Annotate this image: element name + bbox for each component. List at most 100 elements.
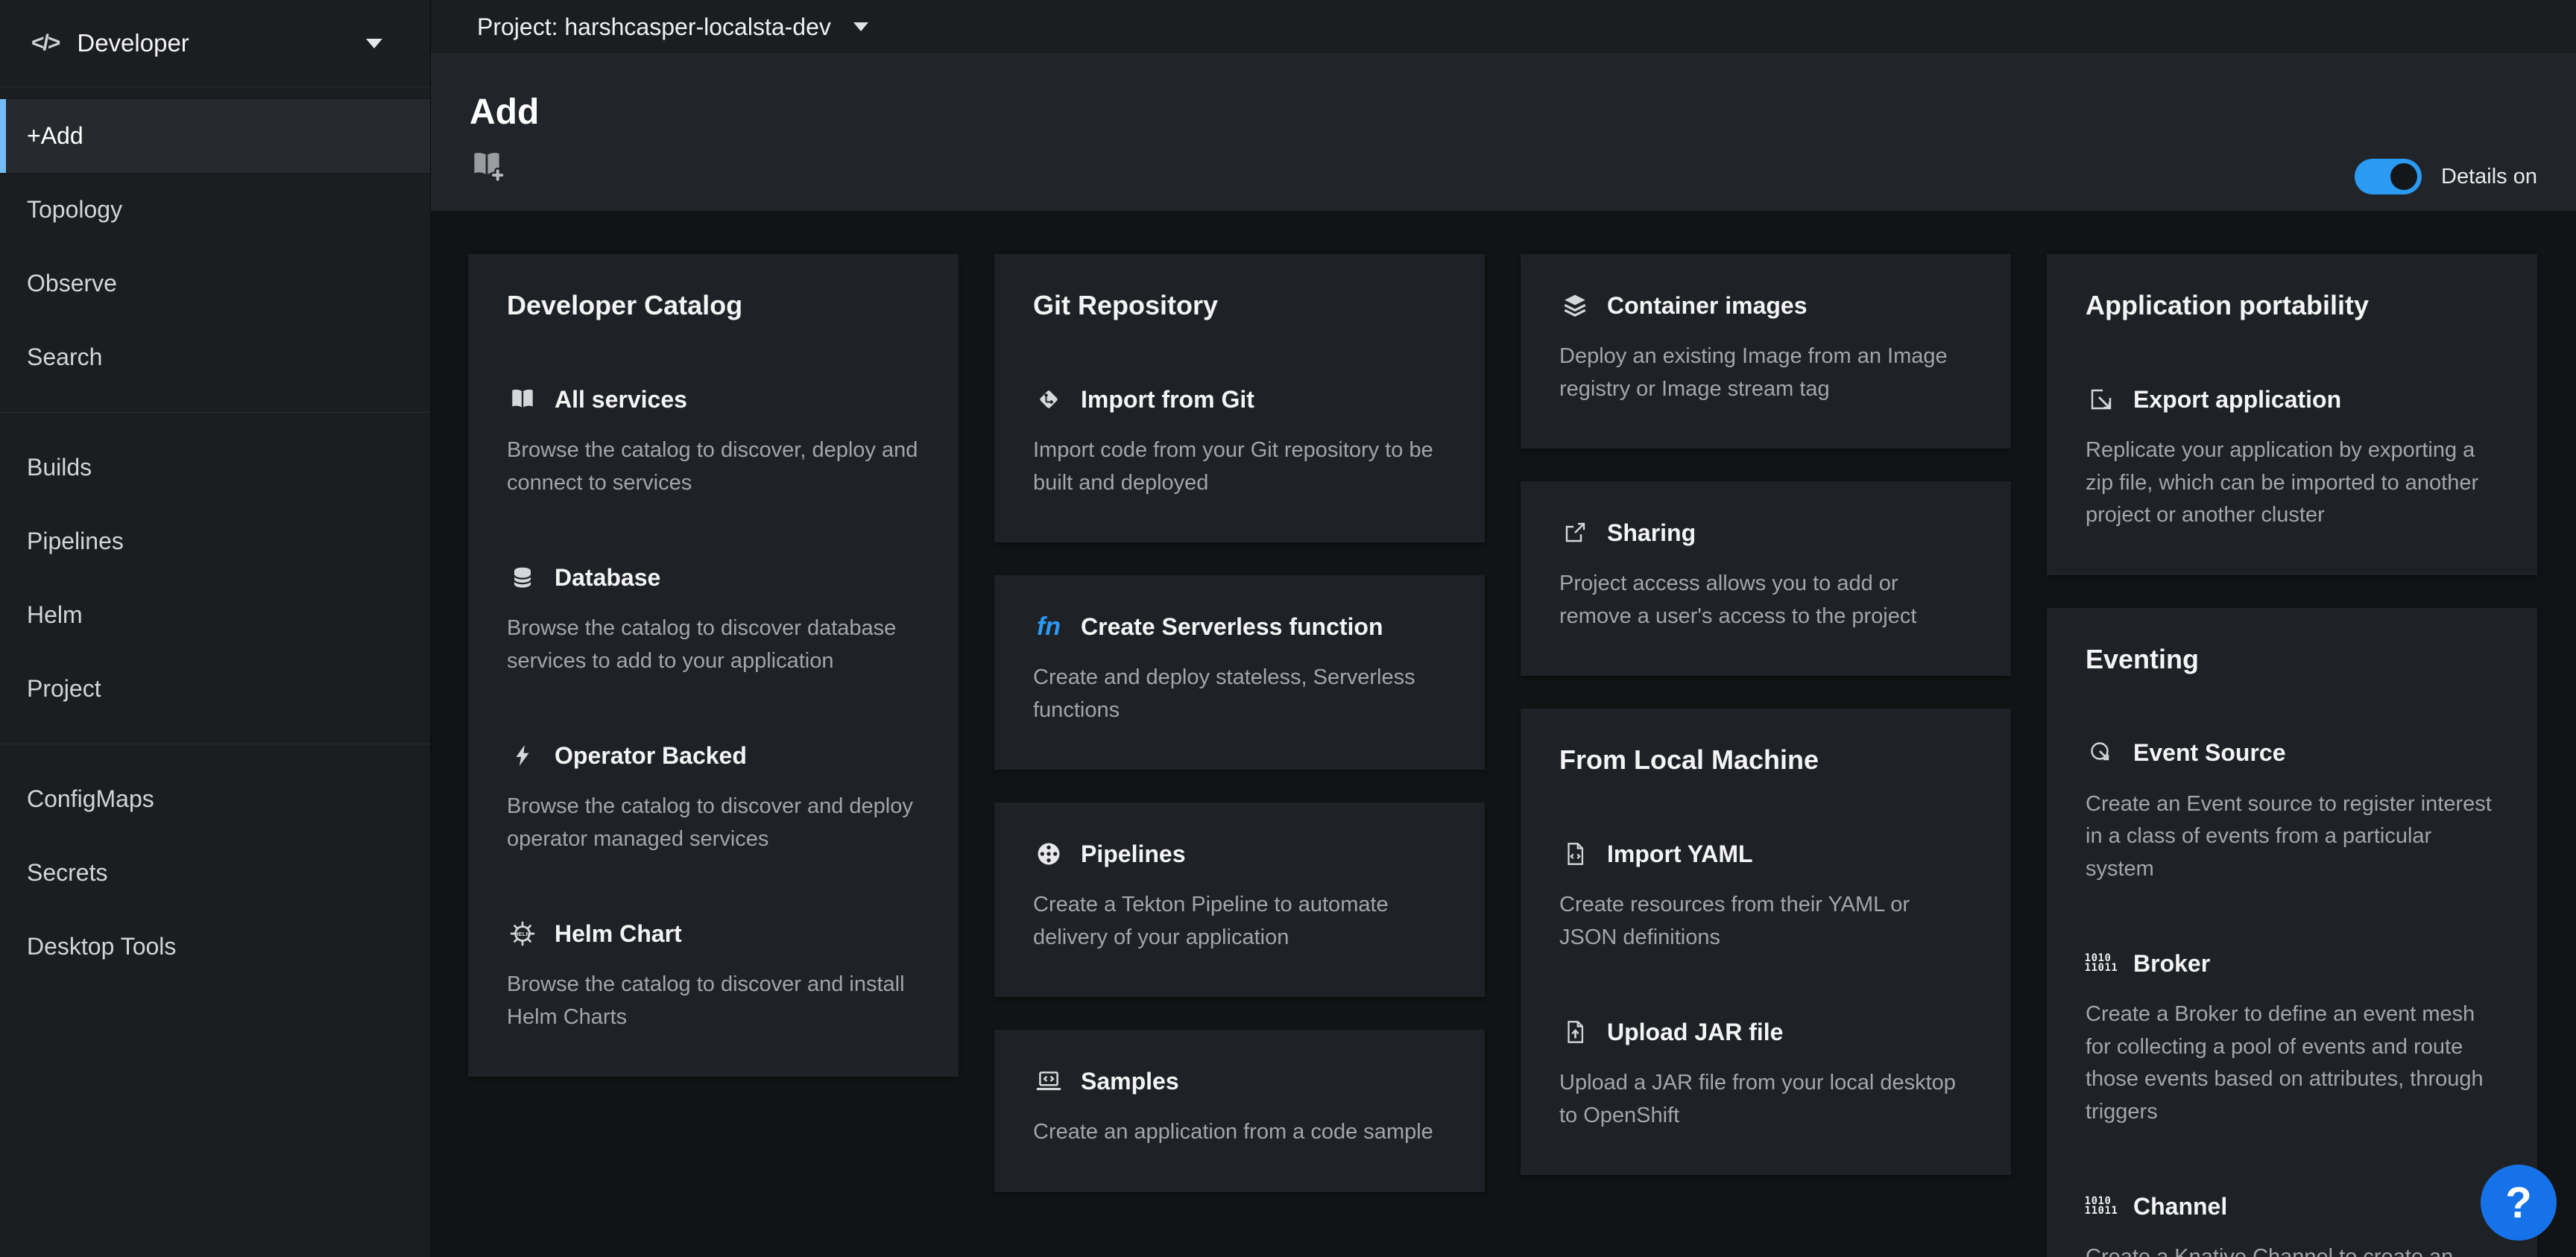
item-description: Create and deploy stateless, Serverless … — [1033, 662, 1446, 726]
chevron-down-icon — [366, 39, 382, 48]
add-item-export-application[interactable]: Export application Replicate your applic… — [2086, 384, 2498, 532]
column-3: Container images Deploy an existing Imag… — [1521, 254, 2011, 1175]
pipelines-icon — [1033, 838, 1064, 870]
card-sharing: Sharing Project access allows you to add… — [1521, 481, 2011, 676]
item-description: Create an application from a code sample — [1033, 1116, 1446, 1149]
sidebar-item-desktop-tools[interactable]: Desktop Tools — [0, 910, 430, 984]
card-eventing: Eventing Event Source — [2047, 608, 2537, 1257]
catalog-book-plus-icon[interactable] — [470, 148, 504, 184]
binary-icon: 101011011 — [2086, 1191, 2117, 1222]
add-item-broker[interactable]: 101011011 Broker Create a Broker to defi… — [2086, 948, 2498, 1128]
add-item-create-serverless-function[interactable]: fn Create Serverless function Create and… — [1033, 611, 1446, 726]
main-area: Project: harshcasper-localsta-dev Add De… — [431, 0, 2576, 1257]
sidebar-item-builds[interactable]: Builds — [0, 431, 430, 504]
sidebar-item-search[interactable]: Search — [0, 320, 430, 394]
add-item-operator-backed[interactable]: Operator Backed Browse the catalog to di… — [507, 740, 920, 855]
sidebar-nav: +Add Topology Observe Search Builds Pipe… — [0, 87, 430, 984]
item-description: Create a Tekton Pipeline to automate del… — [1033, 889, 1446, 954]
yaml-file-icon — [1559, 838, 1591, 870]
sidebar-item-secrets[interactable]: Secrets — [0, 836, 430, 910]
add-item-channel[interactable]: 101011011 Channel Create a Knative Chann… — [2086, 1191, 2498, 1257]
item-label: Channel — [2133, 1193, 2227, 1220]
sidebar-item-configmaps[interactable]: ConfigMaps — [0, 762, 430, 836]
card-from-local-machine: From Local Machine — [1521, 709, 2011, 1175]
details-toggle-label: Details on — [2441, 165, 2537, 189]
item-description: Browse the catalog to discover, deploy a… — [507, 434, 920, 499]
card-columns: Developer Catalog All services — [468, 254, 2576, 1257]
add-item-import-from-git[interactable]: Import from Git Import code from your Gi… — [1033, 384, 1446, 499]
item-description: Create a Knative Channel to create an ev… — [2086, 1241, 2498, 1257]
item-label: Operator Backed — [555, 742, 747, 770]
help-button[interactable]: ? — [2481, 1165, 2557, 1241]
card-title: Git Repository — [1033, 290, 1446, 321]
item-label: Import YAML — [1607, 840, 1753, 868]
add-item-upload-jar-file[interactable]: Upload JAR file Upload a JAR file from y… — [1559, 1016, 1972, 1132]
sidebar-item-observe[interactable]: Observe — [0, 247, 430, 320]
add-item-all-services[interactable]: All services Browse the catalog to disco… — [507, 384, 920, 499]
item-label: All services — [555, 386, 687, 414]
add-item-import-yaml[interactable]: Import YAML Create resources from their … — [1559, 838, 1972, 954]
column-2: Git Repository — [994, 254, 1485, 1192]
card-serverless-function: fn Create Serverless function Create and… — [994, 575, 1485, 770]
sidebar-item-project[interactable]: Project — [0, 652, 430, 726]
event-source-icon — [2086, 738, 2117, 769]
item-label: Helm Chart — [555, 920, 682, 948]
chevron-down-icon — [853, 22, 868, 31]
add-item-helm-chart[interactable]: HELM Helm Chart Browse the catalog to di… — [507, 918, 920, 1033]
perspective-label: Developer — [77, 29, 189, 57]
database-icon — [507, 562, 538, 593]
code-icon: </> — [31, 31, 59, 56]
helm-icon: HELM — [507, 918, 538, 949]
item-description: Browse the catalog to discover and deplo… — [507, 791, 920, 855]
page-header: Add Details on — [431, 54, 2576, 211]
add-item-event-source[interactable]: Event Source Create an Event source to r… — [2086, 738, 2498, 886]
sidebar-item-helm[interactable]: Helm — [0, 578, 430, 652]
sidebar: </> Developer +Add Topology Observe Sear… — [0, 0, 431, 1257]
add-item-sharing[interactable]: Sharing Project access allows you to add… — [1559, 517, 1972, 633]
book-icon — [507, 384, 538, 415]
add-item-samples[interactable]: Samples Create an application from a cod… — [1033, 1066, 1446, 1149]
binary-icon: 101011011 — [2086, 948, 2117, 979]
item-description: Create resources from their YAML or JSON… — [1559, 889, 1972, 954]
sidebar-item-pipelines[interactable]: Pipelines — [0, 504, 430, 578]
item-description: Import code from your Git repository to … — [1033, 434, 1446, 499]
item-label: Import from Git — [1081, 386, 1254, 414]
add-item-database[interactable]: Database Browse the catalog to discover … — [507, 562, 920, 677]
samples-icon — [1033, 1066, 1064, 1097]
details-toggle-wrap: Details on — [2355, 159, 2537, 194]
export-icon — [2086, 384, 2117, 415]
project-selector[interactable]: Project: harshcasper-localsta-dev — [431, 0, 2576, 54]
item-label: Upload JAR file — [1607, 1019, 1783, 1046]
svg-text:HELM: HELM — [514, 931, 531, 937]
item-description: Upload a JAR file from your local deskto… — [1559, 1067, 1972, 1132]
layers-icon — [1559, 290, 1591, 321]
item-description: Replicate your application by exporting … — [2086, 434, 2498, 532]
item-description: Create a Broker to define an event mesh … — [2086, 998, 2498, 1128]
card-samples: Samples Create an application from a cod… — [994, 1030, 1485, 1192]
card-git-repository: Git Repository — [994, 254, 1485, 542]
item-label: Broker — [2133, 950, 2210, 978]
sidebar-divider — [0, 412, 430, 413]
project-selector-label: Project: harshcasper-localsta-dev — [477, 13, 831, 41]
card-container-images: Container images Deploy an existing Imag… — [1521, 254, 2011, 449]
item-label: Pipelines — [1081, 840, 1186, 868]
page-title: Add — [470, 92, 2537, 133]
card-application-portability: Application portability — [2047, 254, 2537, 575]
details-toggle[interactable] — [2355, 159, 2422, 194]
git-icon — [1033, 384, 1064, 415]
fn-icon: fn — [1033, 611, 1064, 642]
card-developer-catalog: Developer Catalog All services — [468, 254, 959, 1077]
sidebar-item-topology[interactable]: Topology — [0, 173, 430, 247]
add-item-container-images[interactable]: Container images Deploy an existing Imag… — [1559, 290, 1972, 405]
item-description: Create an Event source to register inter… — [2086, 788, 2498, 886]
item-description: Project access allows you to add or remo… — [1559, 568, 1972, 633]
item-description: Deploy an existing Image from an Image r… — [1559, 341, 1972, 405]
perspective-switcher[interactable]: </> Developer — [0, 0, 430, 87]
item-label: Export application — [2133, 386, 2341, 414]
column-1: Developer Catalog All services — [468, 254, 959, 1077]
add-item-pipelines[interactable]: Pipelines Create a Tekton Pipeline to au… — [1033, 838, 1446, 954]
card-pipelines: Pipelines Create a Tekton Pipeline to au… — [994, 802, 1485, 997]
card-title: From Local Machine — [1559, 744, 1972, 776]
item-description: Browse the catalog to discover database … — [507, 612, 920, 677]
sidebar-item-add[interactable]: +Add — [0, 99, 430, 173]
